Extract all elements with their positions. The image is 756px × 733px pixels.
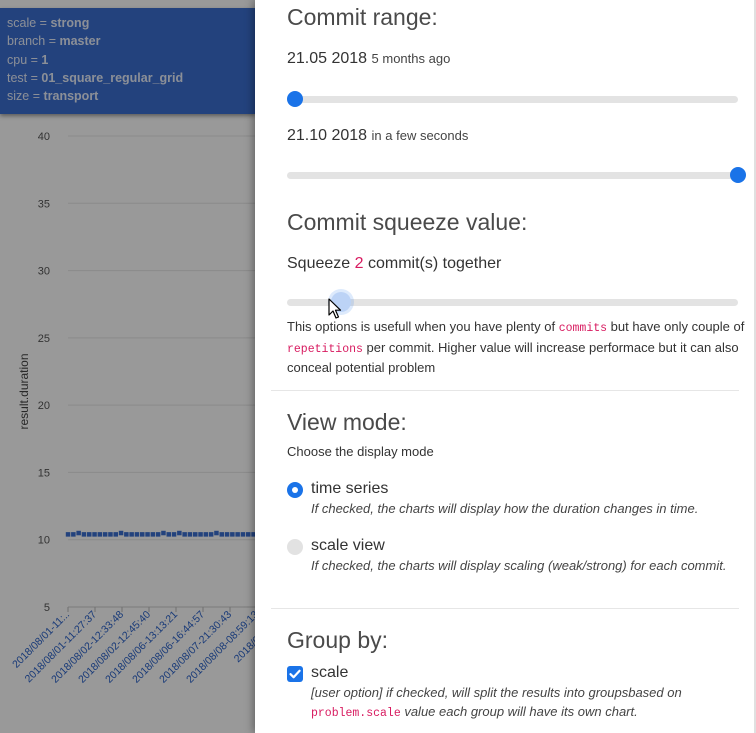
range-start-label: 21.05 2018 5 months ago xyxy=(287,50,450,68)
scale-view-radio[interactable] xyxy=(287,539,303,555)
section-divider xyxy=(271,608,739,609)
mouse-cursor-icon xyxy=(328,298,342,319)
time-series-radio[interactable] xyxy=(287,482,303,498)
check-icon xyxy=(289,669,301,679)
range-end-relative: in a few seconds xyxy=(371,128,469,143)
settings-panel: Commit range: 21.05 2018 5 months ago 21… xyxy=(255,0,756,733)
range-end-date: 21.10 2018 xyxy=(287,127,368,144)
range-end-label: 21.10 2018 in a few seconds xyxy=(287,127,468,145)
group-by-desc-line1: [user option] if checked, will split the… xyxy=(311,685,682,700)
scale-view-label[interactable]: scale view xyxy=(311,537,385,555)
range-start-slider-thumb[interactable] xyxy=(286,91,303,107)
range-start-slider[interactable] xyxy=(287,96,738,103)
squeeze-help-text: This options is usefull when you have pl… xyxy=(287,319,745,375)
view-mode-subtitle: Choose the display mode xyxy=(287,444,434,459)
commit-range-heading: Commit range: xyxy=(287,4,438,30)
scale-checkbox-label[interactable]: scale xyxy=(311,664,348,682)
code-repetitions: repetitions xyxy=(287,342,363,356)
time-series-label[interactable]: time series xyxy=(311,480,388,498)
scale-checkbox[interactable] xyxy=(287,666,303,682)
squeeze-label: Squeeze 2 commit(s) together xyxy=(287,255,502,272)
code-problem-scale: problem.scale xyxy=(311,707,401,720)
range-start-relative: 5 months ago xyxy=(371,51,451,66)
squeeze-value: 2 xyxy=(354,255,364,272)
squeeze-heading: Commit squeeze value: xyxy=(287,209,528,235)
range-end-slider[interactable] xyxy=(287,172,738,179)
range-start-date: 21.05 2018 xyxy=(287,50,368,67)
group-by-desc-line2: problem.scale value each group will have… xyxy=(311,704,638,720)
section-divider xyxy=(271,390,739,391)
code-commits: commits xyxy=(558,322,608,335)
scale-view-desc: If checked, the charts will display scal… xyxy=(311,558,727,573)
range-end-slider-thumb[interactable] xyxy=(730,167,746,183)
time-series-desc: If checked, the charts will display how … xyxy=(311,501,699,516)
group-by-heading: Group by: xyxy=(287,627,388,653)
squeeze-slider[interactable] xyxy=(287,299,738,306)
view-mode-heading: View mode: xyxy=(287,409,407,435)
